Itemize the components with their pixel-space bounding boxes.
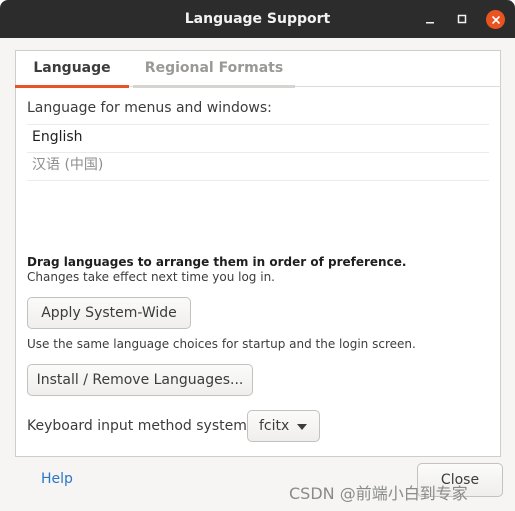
tab-language[interactable]: Language — [15, 50, 129, 88]
list-item-english[interactable]: English — [27, 125, 489, 153]
minimize-button[interactable] — [421, 10, 439, 28]
watermark: CSDN @前端小白到专家 — [289, 484, 468, 503]
list-item-chinese[interactable]: 汉语 (中国) — [27, 153, 489, 181]
tab-bar: Language Regional Formats — [15, 50, 501, 88]
language-list[interactable]: English 汉语 (中国) — [27, 124, 489, 181]
keyboard-input-label: Keyboard input method system: — [27, 418, 252, 434]
close-icon — [491, 15, 500, 24]
install-remove-languages-button[interactable]: Install / Remove Languages... — [27, 364, 253, 396]
keyboard-input-method-value: fcitx — [259, 418, 290, 434]
apply-description: Use the same language choices for startu… — [27, 337, 416, 351]
keyboard-input-method-select[interactable]: fcitx — [247, 410, 320, 442]
title-bar[interactable]: Language Support — [0, 0, 515, 38]
help-button[interactable]: Help — [41, 471, 73, 487]
minimize-icon — [426, 22, 434, 24]
language-list-heading: Language for menus and windows: — [27, 100, 272, 116]
tab-regional-formats[interactable]: Regional Formats — [133, 50, 295, 88]
maximize-button[interactable] — [453, 10, 471, 28]
changes-hint: Changes take effect next time you log in… — [27, 270, 275, 284]
close-window-button[interactable] — [486, 10, 505, 29]
maximize-icon — [457, 14, 467, 24]
drag-hint: Drag languages to arrange them in order … — [27, 255, 407, 269]
chevron-down-icon — [297, 424, 307, 430]
apply-system-wide-button[interactable]: Apply System-Wide — [27, 297, 191, 329]
